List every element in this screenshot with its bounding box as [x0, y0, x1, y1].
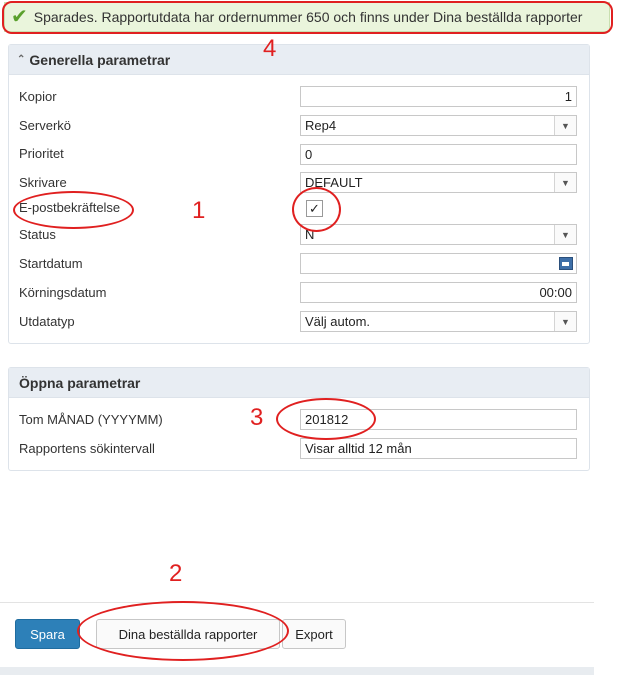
annotation-number-2: 2 [169, 560, 183, 587]
open-parameters-header: Öppna parametrar [9, 368, 589, 398]
annotation-number-4: 4 [263, 35, 277, 62]
label-utdatatyp: Utdatatyp [19, 314, 75, 329]
annotation-number-3: 3 [250, 404, 264, 431]
label-startdatum: Startdatum [19, 256, 83, 271]
annotation-number-1: 1 [192, 197, 206, 224]
bottom-bar [0, 667, 594, 675]
footer-divider [0, 602, 594, 603]
label-kopior: Kopior [19, 89, 57, 104]
collapse-chevron-icon[interactable]: ⌃ [17, 54, 25, 65]
prioritet-input[interactable]: 0 [300, 144, 577, 165]
export-button[interactable]: Export [282, 619, 346, 649]
save-button[interactable]: Spara [15, 619, 80, 649]
kopior-input[interactable]: 1 [300, 86, 577, 107]
status-select[interactable]: N ▼ [300, 224, 577, 245]
annotation-epost-label-ellipse [13, 191, 134, 229]
utdatatyp-select[interactable]: Välj autom. ▼ [300, 311, 577, 332]
korningsdatum-input[interactable]: 00:00 [300, 282, 577, 303]
label-korningsdatum: Körningsdatum [19, 285, 107, 300]
sokintervall-input[interactable]: Visar alltid 12 mån [300, 438, 577, 459]
chevron-down-icon[interactable]: ▼ [554, 116, 576, 135]
annotation-banner-outline [2, 1, 613, 34]
skrivare-select[interactable]: DEFAULT ▼ [300, 172, 577, 193]
chevron-down-icon[interactable]: ▼ [554, 312, 576, 331]
chevron-down-icon[interactable]: ▼ [554, 173, 576, 192]
calendar-icon[interactable] [556, 254, 576, 273]
annotation-tom-manad-ellipse [276, 398, 376, 440]
panel-title: Generella parametrar [29, 51, 171, 68]
startdatum-input[interactable] [300, 253, 577, 274]
label-tom-manad: Tom MÅNAD (YYYYMM) [19, 412, 163, 427]
label-status: Status [19, 227, 56, 242]
label-sokintervall: Rapportens sökintervall [19, 441, 155, 456]
general-parameters-header[interactable]: ⌃ Generella parametrar [9, 45, 589, 75]
panel-title: Öppna parametrar [19, 374, 141, 391]
label-skrivare: Skrivare [19, 175, 67, 190]
serverko-select[interactable]: Rep4 ▼ [300, 115, 577, 136]
annotation-checkbox-circle [292, 187, 341, 232]
annotation-ordered-reports-ellipse [77, 601, 289, 661]
label-prioritet: Prioritet [19, 146, 64, 161]
chevron-down-icon[interactable]: ▼ [554, 225, 576, 244]
label-serverko: Serverkö [19, 118, 72, 133]
